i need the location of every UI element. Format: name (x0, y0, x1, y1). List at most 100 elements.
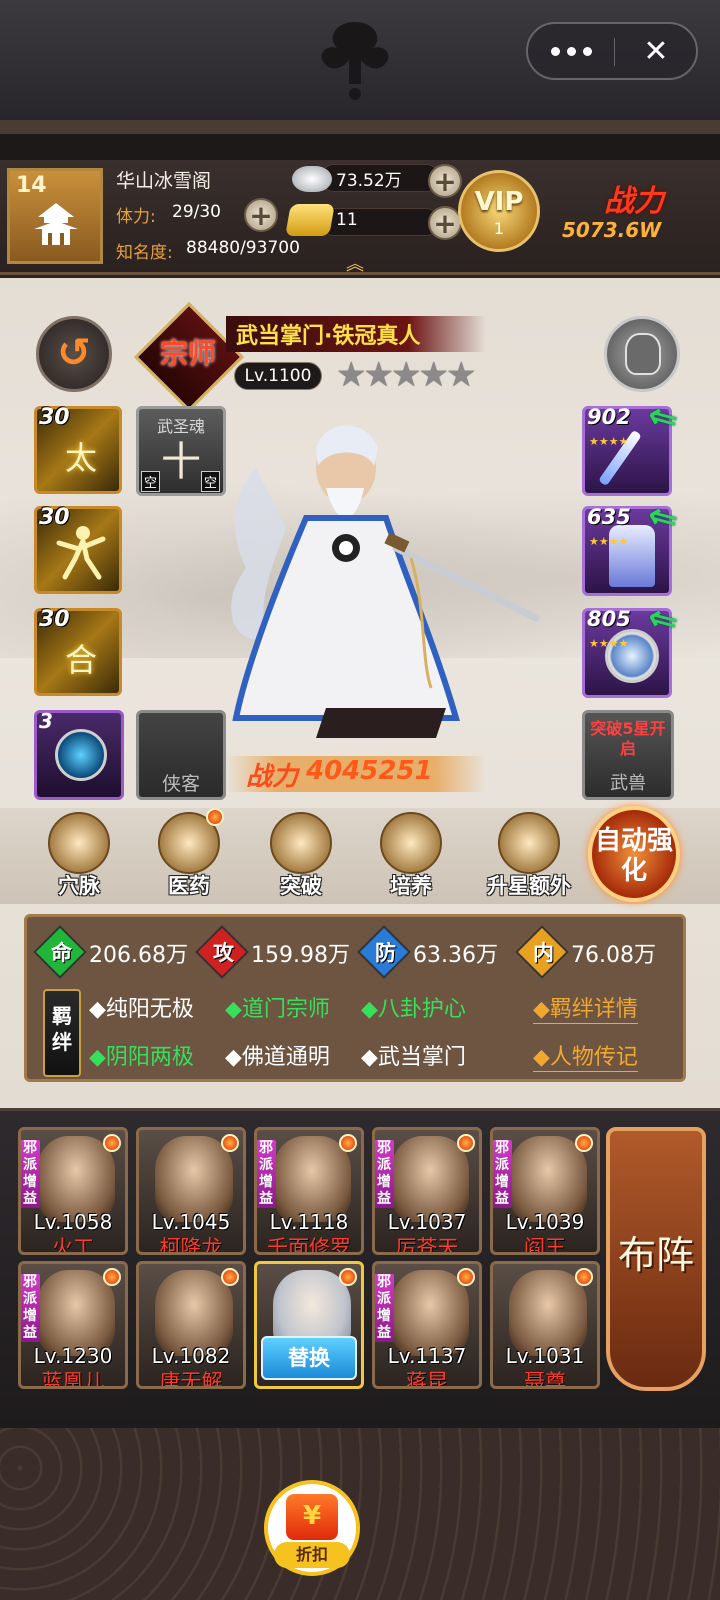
vip-label: VIP (474, 187, 524, 217)
bond-tag: 羁绊 (43, 989, 81, 1077)
member-name: 蒋昆 (406, 1370, 448, 1389)
team-member-card[interactable]: 邪派增益 Lv.1137 蒋昆 (372, 1261, 482, 1389)
member-level: Lv.1082 (151, 1344, 231, 1368)
team-member-card[interactable]: 邪派增益 Lv.1037 厉苍天 (372, 1127, 482, 1255)
member-level: Lv.1045 (151, 1210, 231, 1234)
meridian-icon (48, 812, 110, 874)
internal-char: 内 (533, 941, 554, 965)
member-name: 厉苍天 (395, 1236, 459, 1255)
member-level: Lv.1118 (269, 1210, 349, 1234)
star-icon: ★ (390, 355, 422, 395)
treasure-icon (498, 812, 560, 874)
member-name: 千面修罗 (267, 1236, 351, 1255)
bond-item: ◆八卦护心 (361, 997, 466, 1022)
bond-item: ◆纯阳无极 (89, 997, 194, 1022)
notification-dot-icon (339, 1268, 357, 1286)
player-avatar[interactable]: 14 (7, 168, 103, 264)
orb-level: 3 (39, 709, 53, 733)
star-icon: ★ (336, 355, 367, 395)
notification-dot-icon (339, 1134, 357, 1152)
member-level: Lv.1230 (33, 1344, 113, 1368)
silver-ingot-icon (292, 166, 332, 192)
rank-glyph: 宗师 (160, 337, 217, 370)
member-name: 聂尊 (524, 1370, 566, 1389)
skill-slot-1[interactable]: 30 太 (34, 405, 122, 494)
team-member-card[interactable]: Lv.1082 唐无解 (136, 1261, 246, 1389)
beast-unlock-note: 突破5星开启 (590, 719, 666, 758)
medicine-button[interactable]: 医药 (144, 808, 234, 904)
function-label: 突破 (280, 874, 322, 898)
bond-item: ◆武当掌门 (361, 1045, 466, 1070)
formation-label: 布阵 (617, 1233, 694, 1277)
biography-link[interactable]: ◆人物传记 (533, 1039, 638, 1072)
defense-value: 63.36万 (413, 943, 498, 968)
add-silver-button[interactable]: + (428, 164, 462, 198)
equip-slot-accessory[interactable]: 805 ★★★★ ⇖ (582, 595, 686, 698)
equip-slot-armor[interactable]: 635 ★★★★ ⇖ (582, 493, 686, 596)
ellipsis-icon (550, 46, 592, 56)
gold-value: 11 (336, 210, 358, 230)
attack-char: 攻 (213, 941, 234, 965)
silver-value: 73.52万 (336, 171, 402, 191)
guardian-icon (625, 333, 661, 375)
member-level: Lv.1037 (387, 1210, 467, 1234)
attack-value: 159.98万 (251, 943, 350, 968)
auto-strengthen-button[interactable]: 自动强化 (588, 806, 680, 902)
swap-button[interactable]: 替换 (261, 1336, 357, 1380)
team-member-card[interactable]: Lv.1031 聂尊 (490, 1261, 600, 1389)
member-name: 火工 (52, 1236, 94, 1255)
soul-empty-marker: 空 (141, 471, 161, 492)
skill-slot-3[interactable]: 30 合 (34, 607, 122, 696)
function-label: 培养 (390, 874, 432, 898)
beast-slot[interactable]: 突破5星开启 武兽 (582, 710, 674, 800)
notification-dot-icon (221, 1134, 239, 1152)
team-member-card[interactable]: 邪派增益 Lv.1118 千面修罗 (254, 1127, 364, 1255)
equip-slot-weapon[interactable]: 902 ★★★★ ⇖ (582, 393, 686, 496)
close-button[interactable]: ✕ (614, 24, 698, 78)
cultivate-button[interactable]: 培养 (366, 808, 456, 904)
current-hero-card[interactable]: 替换 (254, 1261, 364, 1389)
breakthrough-icon (270, 812, 332, 874)
stamina-label: 体力: (116, 207, 156, 227)
member-name: 蓝凰儿 (41, 1370, 105, 1389)
gold-ingot-icon (285, 204, 335, 236)
breakthrough-button[interactable]: 突破 (256, 808, 346, 904)
equip-level: 902 (587, 405, 631, 429)
sect-name: 华山冰雪阁 (116, 170, 212, 192)
scroll-icon (380, 812, 442, 874)
team-member-card[interactable]: 邪派增益 Lv.1058 火工 (18, 1127, 128, 1255)
guardian-button[interactable] (604, 316, 680, 392)
add-stamina-button[interactable]: + (244, 198, 278, 232)
evil-buff-tag: 邪派增益 (21, 1140, 40, 1208)
expand-chevron-icon[interactable]: ︽ (346, 250, 364, 276)
equip-stars: ★★★★ (589, 535, 628, 548)
notification-dot-icon (575, 1268, 593, 1286)
vip-badge[interactable]: VIP 1 (458, 170, 540, 252)
skill-level: 30 (39, 405, 70, 430)
back-button[interactable]: ↺ (36, 316, 112, 392)
add-gold-button[interactable]: + (428, 206, 462, 240)
evil-buff-tag: 邪派增益 (375, 1274, 394, 1342)
discount-button[interactable]: ¥ 折扣 (264, 1480, 360, 1576)
team-member-card[interactable]: 邪派增益 Lv.1230 蓝凰儿 (18, 1261, 128, 1389)
skill-slot-2[interactable]: 30 (34, 505, 122, 594)
evil-buff-tag: 邪派增益 (21, 1274, 40, 1342)
evil-buff-tag: 邪派增益 (375, 1140, 394, 1208)
orb-slot[interactable]: 3 (34, 709, 124, 800)
formation-button[interactable]: 布阵 (606, 1127, 706, 1391)
bond-item: ◆道门宗师 (225, 997, 330, 1022)
function-label: 医药 (168, 874, 210, 898)
equip-level: 805 (587, 607, 631, 631)
team-member-card[interactable]: 邪派增益 Lv.1039 阎王 (490, 1127, 600, 1255)
equip-level: 635 (587, 505, 631, 529)
member-level: Lv.1039 (505, 1210, 585, 1234)
notification-dot-icon (457, 1268, 475, 1286)
orb-icon (55, 729, 107, 781)
martial-figure-icon (56, 526, 106, 580)
more-button[interactable] (528, 24, 614, 78)
star-up-button[interactable]: 升星额外 (474, 808, 584, 904)
internal-value: 76.08万 (571, 943, 656, 968)
team-member-card[interactable]: Lv.1045 柯降龙 (136, 1127, 246, 1255)
meridian-button[interactable]: 穴脉 (34, 808, 124, 904)
bond-detail-link[interactable]: ◆羁绊详情 (533, 991, 638, 1024)
